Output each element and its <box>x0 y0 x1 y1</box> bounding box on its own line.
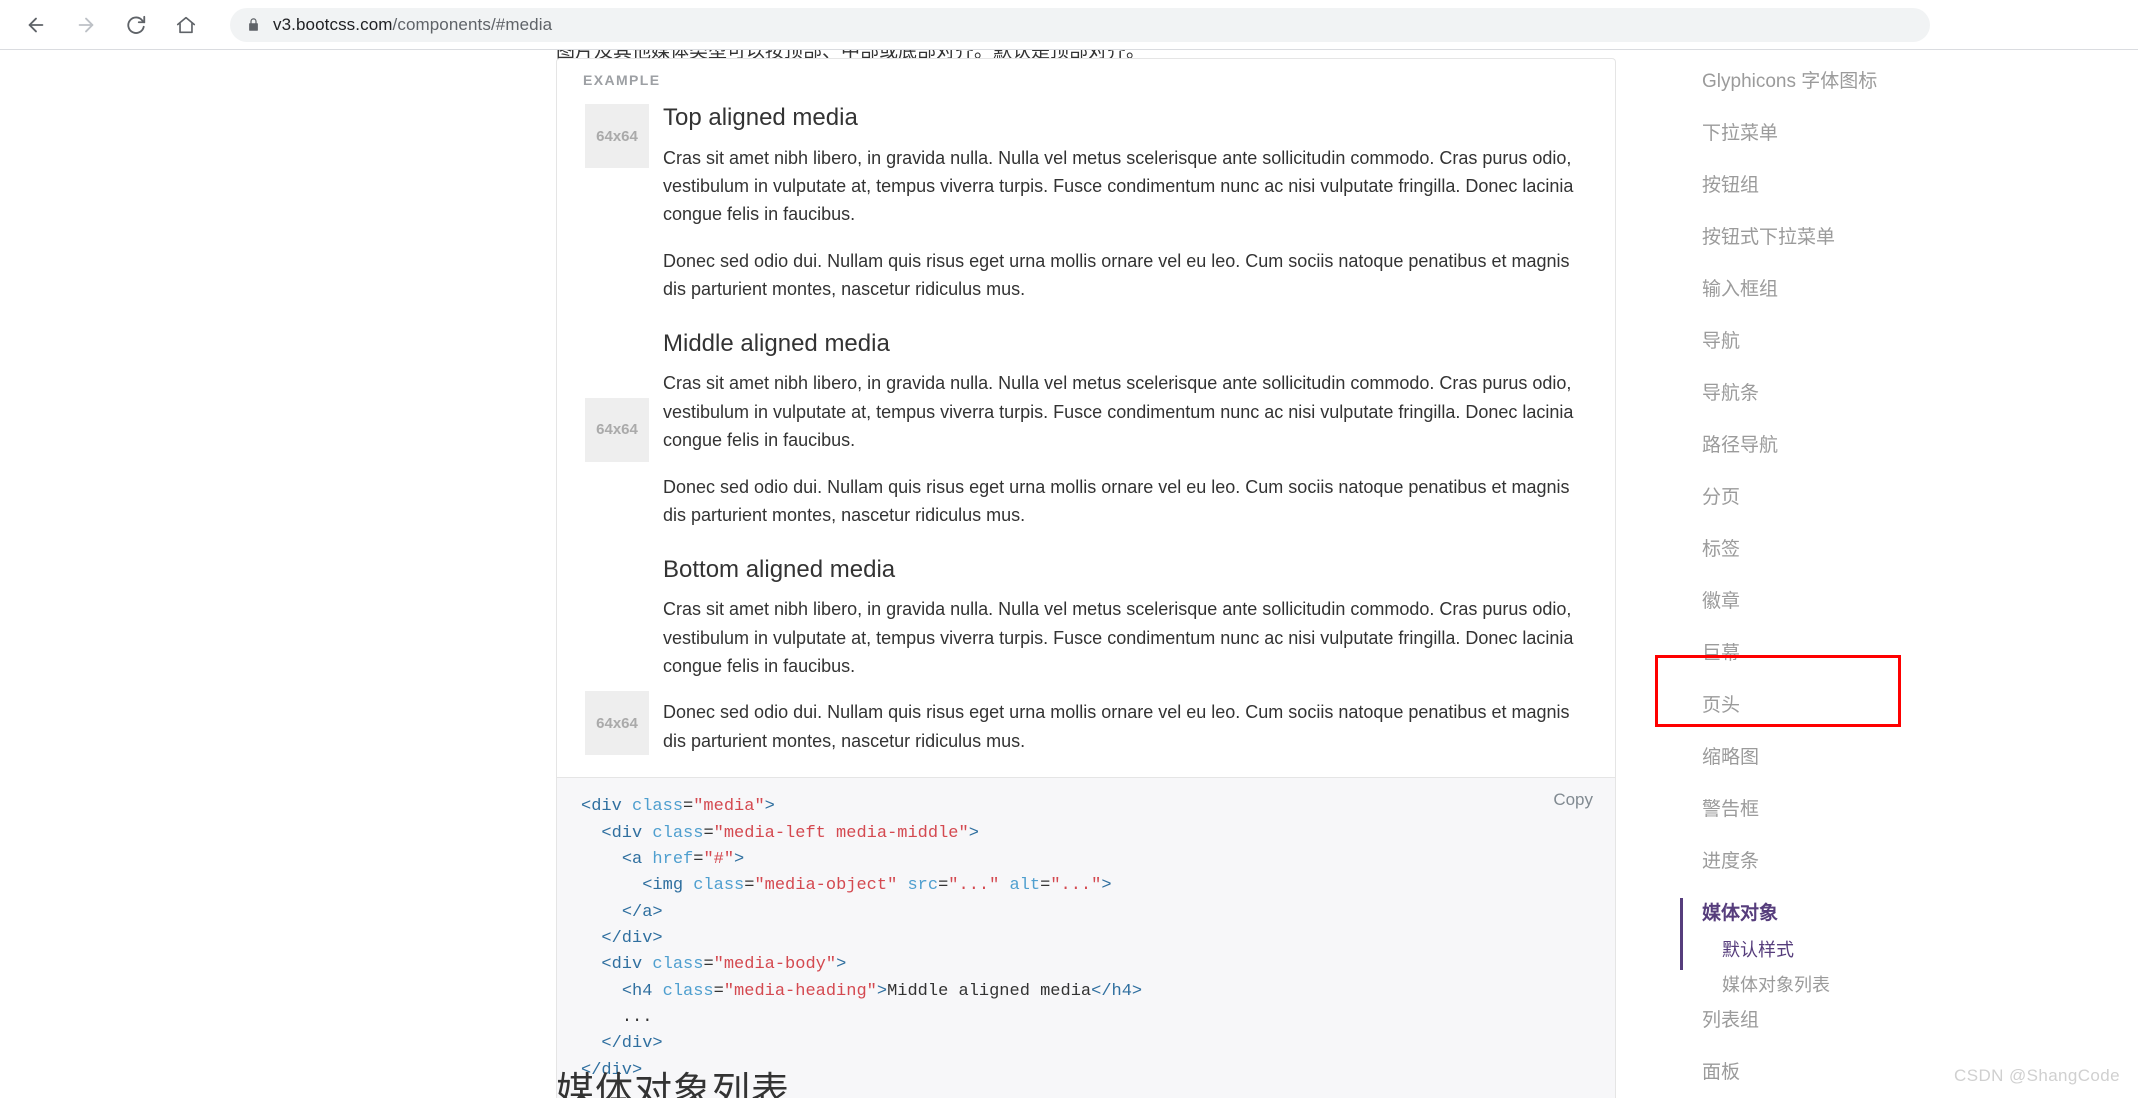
sidebar-item-9[interactable]: 标签 <box>1700 540 2120 559</box>
reload-button[interactable] <box>114 3 158 47</box>
media-object-thumbnail[interactable]: 64x64 <box>585 104 649 168</box>
code-snippet[interactable]: <div class="media"> <div class="media-le… <box>581 794 1591 1084</box>
sidebar-item-12[interactable]: 页头 <box>1700 696 2120 715</box>
media-paragraph: Donec sed odio dui. Nullam quis risus eg… <box>663 250 1570 300</box>
sidebar-item-15[interactable]: 进度条 <box>1700 852 2120 871</box>
sidebar-subitem-media-list[interactable]: 媒体对象列表 <box>1700 976 2120 994</box>
media-body: Bottom aligned media Cras sit amet nibh … <box>663 556 1587 756</box>
sidebar-item-media-object[interactable]: 媒体对象 <box>1700 904 2120 923</box>
media-paragraph: Donec sed odio dui. Nullam quis risus eg… <box>663 702 1570 751</box>
media-left: 64x64 <box>585 104 663 168</box>
sidebar-items-before: Glyphicons 字体图标 下拉菜单按钮组按钮式下拉菜单 输入框组导航导航条路径… <box>1700 72 2120 871</box>
sidebar-item-14[interactable]: 警告框 <box>1700 800 2120 819</box>
example-panel: EXAMPLE 64x64 Top aligned media Cras sit… <box>556 58 1616 778</box>
sidebar-nav: Glyphicons 字体图标 下拉菜单按钮组按钮式下拉菜单 输入框组导航导航条路径… <box>1680 72 2120 1098</box>
url-path: /components/#media <box>392 14 553 34</box>
media-heading: Bottom aligned media <box>663 555 896 583</box>
back-button[interactable] <box>14 3 58 47</box>
sidebar-item-0[interactable]: Glyphicons 字体图标 <box>1700 72 2120 91</box>
home-button[interactable] <box>164 3 208 47</box>
media-body: Top aligned media Cras sit amet nibh lib… <box>663 104 1587 304</box>
media-heading: Top aligned media <box>663 104 858 131</box>
lock-icon <box>246 16 261 33</box>
sidebar-item-2[interactable]: 按钮组 <box>1700 176 2120 195</box>
home-icon <box>175 14 197 36</box>
media-item: 64x64 Middle aligned media Cras sit amet… <box>585 330 1587 530</box>
forward-button[interactable] <box>64 3 108 47</box>
sidebar-item-5[interactable]: 导航 <box>1700 332 2120 351</box>
sidebar-item-3[interactable]: 按钮式下拉菜单 <box>1700 228 2120 247</box>
sidebar-item-8[interactable]: 分页 <box>1700 488 2120 507</box>
url-text: v3.bootcss.com/components/#media <box>273 15 552 35</box>
example-label: EXAMPLE <box>583 72 661 88</box>
media-paragraph: Cras sit amet nibh libero, in gravida nu… <box>663 599 1574 677</box>
media-heading: Middle aligned media <box>663 329 890 357</box>
watermark: CSDN @ShangCode <box>1954 1066 2120 1085</box>
sidebar-active-group: 媒体对象 默认样式 媒体对象列表 <box>1680 898 2120 994</box>
active-indicator-bar <box>1680 898 1683 970</box>
sidebar-item-10[interactable]: 徽章 <box>1700 592 2120 611</box>
url-domain: v3.bootcss.com <box>273 14 393 34</box>
sidebar-item-after-0[interactable]: 列表组 <box>1700 1011 2120 1030</box>
arrow-right-icon <box>75 14 97 36</box>
sidebar-item-4[interactable]: 输入框组 <box>1700 280 2120 299</box>
media-body: Middle aligned media Cras sit amet nibh … <box>663 330 1587 530</box>
media-paragraph: Cras sit amet nibh libero, in gravida nu… <box>663 373 1574 451</box>
media-object-thumbnail[interactable]: 64x64 <box>585 691 649 756</box>
sidebar-item-11[interactable]: 巨幕 <box>1700 644 2120 663</box>
media-paragraph: Donec sed odio dui. Nullam quis risus eg… <box>663 476 1570 526</box>
sidebar-item-1[interactable]: 下拉菜单 <box>1700 124 2120 143</box>
media-left: 64x64 <box>585 397 663 462</box>
sidebar-item-6[interactable]: 导航条 <box>1700 384 2120 403</box>
media-left: 64x64 <box>585 691 663 756</box>
code-block: Copy <div class="media"> <div class="med… <box>556 777 1616 1098</box>
page-section-heading: 媒体对象列表 <box>556 1071 791 1098</box>
browser-toolbar: v3.bootcss.com/components/#media <box>0 0 2138 50</box>
media-object-thumbnail[interactable]: 64x64 <box>585 397 649 462</box>
sidebar-subitem-default-style[interactable]: 默认样式 <box>1700 941 2120 959</box>
arrow-left-icon <box>25 14 47 36</box>
main-content-column: EXAMPLE 64x64 Top aligned media Cras sit… <box>556 58 1616 1098</box>
sidebar-item-13[interactable]: 缩略图 <box>1700 748 2120 767</box>
address-bar[interactable]: v3.bootcss.com/components/#media <box>230 7 1930 42</box>
media-paragraph: Cras sit amet nibh libero, in gravida nu… <box>663 147 1574 225</box>
reload-icon <box>125 14 147 36</box>
copy-button[interactable]: Copy <box>1553 790 1593 810</box>
media-item: 64x64 Top aligned media Cras sit amet ni… <box>585 104 1587 304</box>
media-item: 64x64 Bottom aligned media Cras sit amet… <box>585 556 1587 756</box>
page-viewport: 图片及其他媒体类型可以按顶部、中部或底部对齐。默认是顶部对齐。 EXAMPLE … <box>0 50 2138 1098</box>
sidebar-item-7[interactable]: 路径导航 <box>1700 436 2120 455</box>
